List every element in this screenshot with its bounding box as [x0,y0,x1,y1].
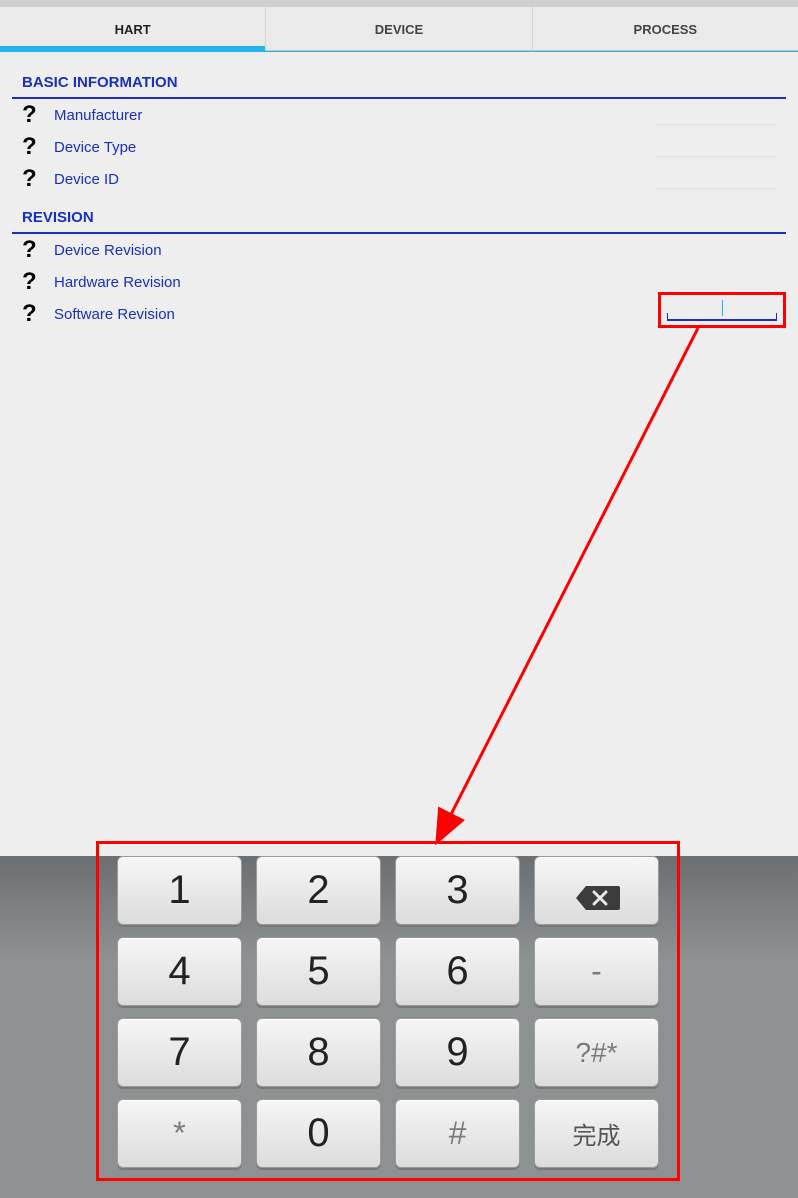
tab-device[interactable]: DEVICE [266,7,532,50]
key-5[interactable]: 5 [256,937,381,1006]
label-manufacturer: Manufacturer [54,107,656,124]
help-icon: ? [22,238,54,262]
status-bar [0,0,798,7]
row-device-type[interactable]: ? Device Type [12,131,786,163]
key-symbols[interactable]: ?#* [534,1018,659,1087]
software-revision-input[interactable] [667,299,777,321]
label-device-revision: Device Revision [54,242,776,259]
help-icon: ? [22,167,54,191]
row-software-revision[interactable]: ? Software Revision [12,298,786,330]
key-4[interactable]: 4 [117,937,242,1006]
content-area: BASIC INFORMATION ? Manufacturer ? Devic… [0,52,798,330]
key-1[interactable]: 1 [117,856,242,925]
key-star[interactable]: * [117,1099,242,1168]
annotation-box-input [658,292,786,328]
key-2[interactable]: 2 [256,856,381,925]
value-device-type [656,137,776,157]
help-icon: ? [22,270,54,294]
label-hardware-revision: Hardware Revision [54,274,776,291]
key-6[interactable]: 6 [395,937,520,1006]
section-title-basic-info: BASIC INFORMATION [12,60,786,99]
help-icon: ? [22,302,54,326]
annotation-box-keypad: 1 2 3 4 5 6 - 7 8 9 ?#* * 0 # 完成 [96,841,680,1181]
keypad-background: 1 2 3 4 5 6 - 7 8 9 ?#* * 0 # 完成 [0,856,798,1198]
row-manufacturer[interactable]: ? Manufacturer [12,99,786,131]
tab-hart[interactable]: HART [0,7,266,50]
key-done[interactable]: 完成 [534,1099,659,1168]
tab-process[interactable]: PROCESS [533,7,798,50]
value-device-id [656,169,776,189]
key-9[interactable]: 9 [395,1018,520,1087]
numeric-keypad: 1 2 3 4 5 6 - 7 8 9 ?#* * 0 # 完成 [117,856,659,1168]
key-minus[interactable]: - [534,937,659,1006]
key-0[interactable]: 0 [256,1099,381,1168]
section-title-revision: REVISION [12,195,786,234]
help-icon: ? [22,103,54,127]
text-cursor [722,300,723,316]
value-manufacturer [656,105,776,125]
row-device-id[interactable]: ? Device ID [12,163,786,195]
tab-bar: HART DEVICE PROCESS [0,7,798,51]
key-3[interactable]: 3 [395,856,520,925]
key-8[interactable]: 8 [256,1018,381,1087]
label-device-id: Device ID [54,171,656,188]
key-7[interactable]: 7 [117,1018,242,1087]
label-device-type: Device Type [54,139,656,156]
help-icon: ? [22,135,54,159]
backspace-icon [574,877,620,905]
key-backspace[interactable] [534,856,659,925]
key-hash[interactable]: # [395,1099,520,1168]
row-device-revision[interactable]: ? Device Revision [12,234,786,266]
